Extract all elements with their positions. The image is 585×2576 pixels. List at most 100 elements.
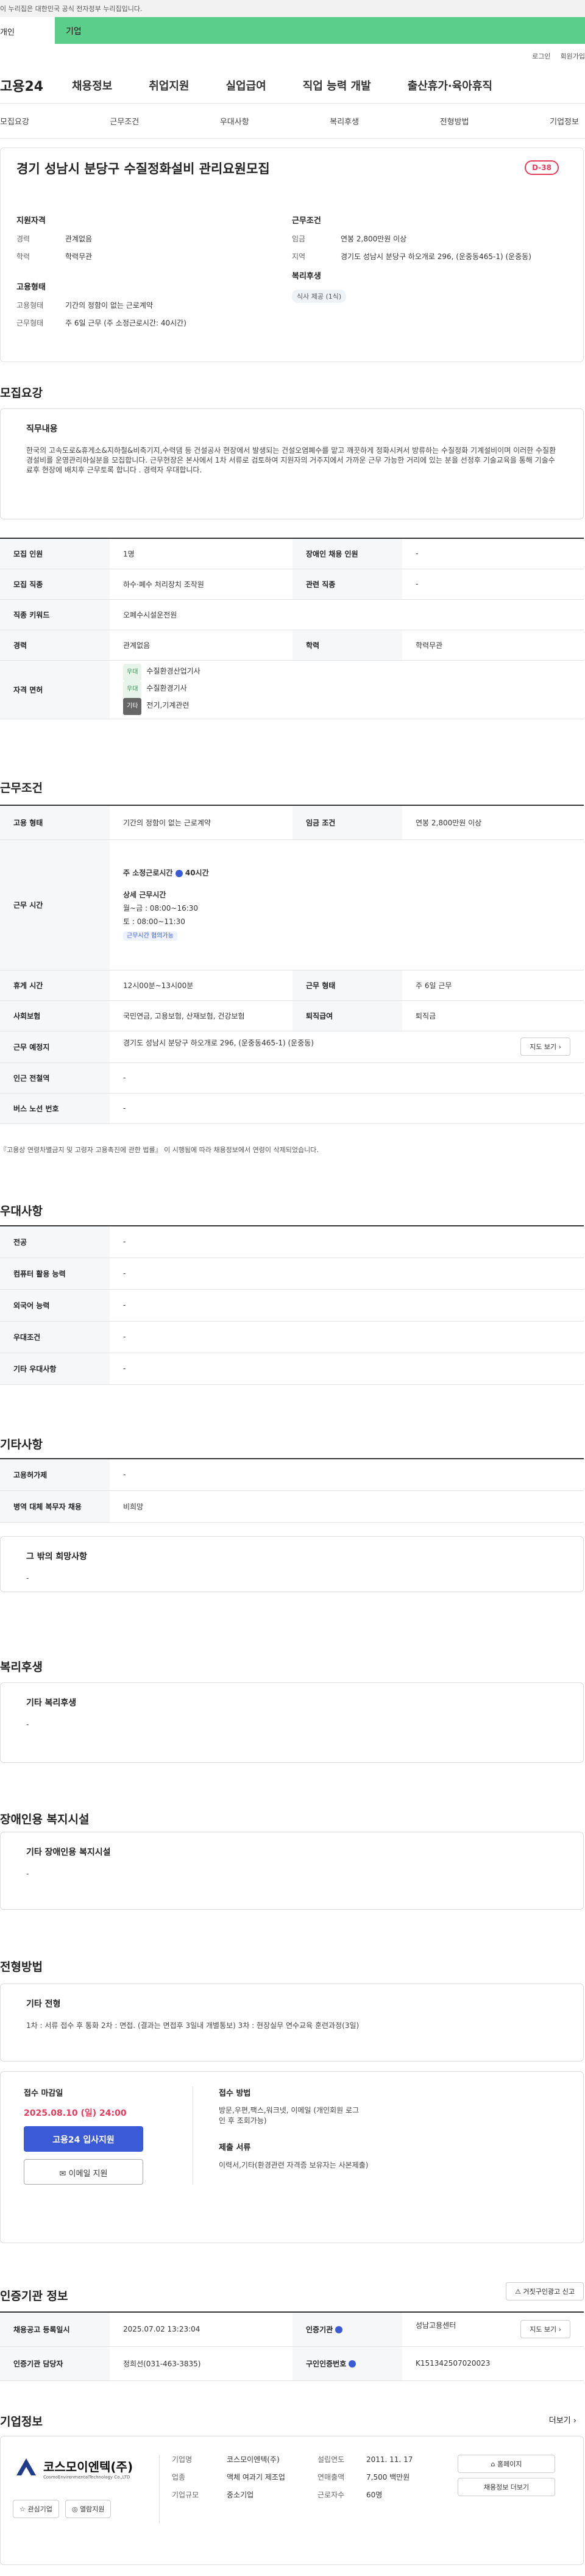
duty-heading: 직무내용 (26, 424, 58, 434)
military-label: 병역 대체 복무자 채용 (0, 1490, 110, 1523)
welfare-box-value: - (26, 1720, 29, 1729)
company-more-label: 더보기 (548, 2416, 571, 2425)
info-icon[interactable] (335, 2326, 343, 2334)
insurance-label: 사회보험 (0, 1000, 110, 1031)
company-logo-name: 코스모이엔텍(주) (43, 2459, 133, 2474)
etc-table: 고용허가제 - 병역 대체 복무자 채용 비희망 (0, 1458, 584, 1523)
license-name: 수질환경기사 (146, 684, 187, 692)
staff-label: 근로자수 (317, 2491, 345, 2499)
info-icon[interactable] (175, 869, 183, 877)
agency-map-button[interactable]: 지도 보기 › (520, 2320, 570, 2339)
tab-business[interactable]: 기업 (55, 17, 585, 44)
founded-value: 2011. 11. 17 (366, 2455, 413, 2464)
gnb-item-leave[interactable]: 출산휴가·육아휴직 (408, 77, 492, 93)
contact-label: 인증기관 담당자 (0, 2346, 110, 2381)
login-link[interactable]: 로그인 (532, 52, 550, 60)
workform-value: 주 6일 근무 (402, 970, 584, 1001)
anchor-selection[interactable]: 전형방법 (440, 115, 469, 127)
license-tag: 기타 (123, 698, 142, 715)
apply-button[interactable]: 고용24 입사지원 (24, 2126, 143, 2152)
site-logo[interactable]: 고용24 (0, 76, 60, 95)
subway-label: 인근 전철역 (0, 1062, 110, 1094)
reg-value: 2025.07.02 13:23:04 (110, 2312, 292, 2347)
license-name: 전기,기계관련 (146, 701, 190, 710)
selection-box: 기타 전형 1차 : 서류 접수 후 통화 2차 : 면접. (결과는 면접후 … (0, 1984, 584, 2062)
hire-count-value: 1명 (110, 538, 292, 569)
agency-map-label: 지도 보기 (530, 2325, 557, 2334)
etc-heading: 기타사항 (0, 1438, 43, 1451)
table-row: 우대조건 - (0, 1321, 584, 1353)
anchor-welfare[interactable]: 복리후생 (330, 115, 359, 127)
related-label: 관련 직종 (292, 569, 402, 600)
gov-notice-bar: 이 누리집은 대한민국 공식 전자정부 누리집입니다. (0, 0, 585, 17)
sales-label: 연매출액 (317, 2473, 345, 2482)
company-jobs-button[interactable]: 채용정보 더보기 (458, 2478, 555, 2496)
docs-heading: 제출 서류 (219, 2143, 251, 2152)
eye-icon: ◎ (71, 2505, 78, 2513)
view-apply-button[interactable]: ◎ 열람지원 (65, 2500, 112, 2518)
workform-value: 주 6일 근무 (주 소정근로시간: 40시간) (65, 319, 186, 327)
prefer-value: - (110, 1258, 584, 1290)
table-row: 자격 면허 우대 수질환경산업기사 우대 수질환경기사 기타 전기,기계관련 (0, 660, 584, 719)
gov-notice: 이 누리집은 대한민국 공식 전자정부 누리집입니다. (0, 5, 143, 13)
company-more-link[interactable]: 더보기 › (549, 2414, 576, 2425)
email-apply-button[interactable]: ✉ 이메일 지원 (24, 2159, 143, 2185)
founded-label: 설립연도 (317, 2455, 345, 2464)
gnb-item-jobs[interactable]: 채용정보 (72, 77, 112, 93)
welfare-heading: 복리후생 (292, 272, 321, 281)
wage-value: 연봉 2,800만원 이상 (341, 235, 407, 243)
duty-box: 직무내용 한국의 고속도로&휴게소&지하철&비축기지,수력댐 등 건설공사 현장… (0, 408, 584, 519)
place-value: 경기도 성남시 분당구 하오개로 296, (운중동465-1) (운중동) (123, 1039, 314, 1047)
anchor-preference[interactable]: 우대사항 (220, 115, 249, 127)
anchor-conditions[interactable]: 근무조건 (110, 115, 139, 127)
global-nav: 고용24 채용정보 취업지원 실업급여 직업 능력 개발 출산휴가·육아휴직 (0, 67, 585, 104)
company-logo: 코스모이엔텍(주) CosmoEnvironmentalTechnology C… (13, 2455, 159, 2482)
disability-box-heading: 기타 장애인용 복지시설 (26, 1848, 111, 1857)
homepage-button[interactable]: ⌂ 홈페이지 (458, 2455, 555, 2473)
report-icon: ⚠ (515, 2288, 522, 2296)
bus-value: - (110, 1093, 584, 1124)
subway-value: - (110, 1062, 584, 1094)
anchor-recruit[interactable]: 모집요강 (0, 115, 29, 127)
method-value: 방문,우편,팩스,워크넷, 이메일 (개인회원 로그인 후 조회가능) (219, 2106, 360, 2125)
location-label: 지역 (292, 252, 306, 261)
prefer-label: 기타 우대사항 (0, 1353, 110, 1385)
table-row: 외국어 능력 - (0, 1289, 584, 1322)
table-row: 직종 키워드 오폐수시설운전원 (0, 599, 584, 630)
license-item: 우대 수질환경산업기사 (123, 664, 570, 681)
other-wishes-heading: 그 밖의 희망사항 (26, 1552, 87, 1562)
tab-individual[interactable]: 개인 (0, 17, 55, 44)
weekly-hours-label: 주 소정근로시간 (123, 869, 173, 877)
view-apply-label: 열람지원 (79, 2505, 105, 2513)
table-row: 기타 우대사항 - (0, 1353, 584, 1385)
deadline-heading: 접수 마감일 (24, 2089, 63, 2098)
section-anchor-nav: 모집요강 근무조건 우대사항 복리후생 전형방법 기업정보 (0, 104, 585, 139)
related-value: - (402, 569, 584, 600)
sales-value: 7,500 백만원 (366, 2473, 410, 2482)
job-title: 경기 성남시 분당구 수질정화설비 관리요원모집 (16, 162, 270, 176)
duty-text: 한국의 고속도로&휴게소&지하철&비축기지,수력댐 등 건설공사 현장에서 발생… (26, 446, 556, 474)
age-footnote: 『고용상 연령차별금지 및 고령자 고용촉진에 관한 법률』 이 시행됨에 따라… (0, 1146, 319, 1154)
anchor-company[interactable]: 기업정보 (550, 115, 579, 127)
company-name-value: 코스모이엔텍(주) (227, 2455, 280, 2464)
size-label: 기업규모 (172, 2491, 199, 2499)
prefer-heading: 우대사항 (0, 1204, 43, 1218)
favorite-company-button[interactable]: ☆ 관심기업 (13, 2500, 59, 2518)
map-button[interactable]: 지도 보기 › (520, 1037, 570, 1056)
user-type-tabs: 개인 기업 (0, 17, 585, 44)
employment-permit-label: 고용허가제 (0, 1459, 110, 1491)
gnb-item-employment-support[interactable]: 취업지원 (149, 77, 189, 93)
edu-label: 학력 (292, 630, 402, 661)
info-icon[interactable] (349, 2360, 356, 2368)
prefer-value: - (110, 1321, 584, 1353)
join-link[interactable]: 회원가입 (561, 52, 585, 60)
hours-label: 근무 시간 (0, 839, 110, 970)
welfare-heading: 복리후생 (0, 1660, 43, 1674)
report-false-ad-button[interactable]: ⚠ 거짓구인광고 신고 (506, 2282, 584, 2300)
career-label: 경력 (0, 630, 110, 661)
gnb-item-job-training[interactable]: 직업 능력 개발 (303, 77, 371, 93)
gnb-item-unemployment-benefits[interactable]: 실업급여 (226, 77, 266, 93)
other-wishes-box: 그 밖의 희망사항 - (0, 1536, 584, 1592)
other-wishes-value: - (26, 1574, 29, 1582)
hours-negotiable-chip: 근무시간 협의가능 (123, 931, 177, 941)
